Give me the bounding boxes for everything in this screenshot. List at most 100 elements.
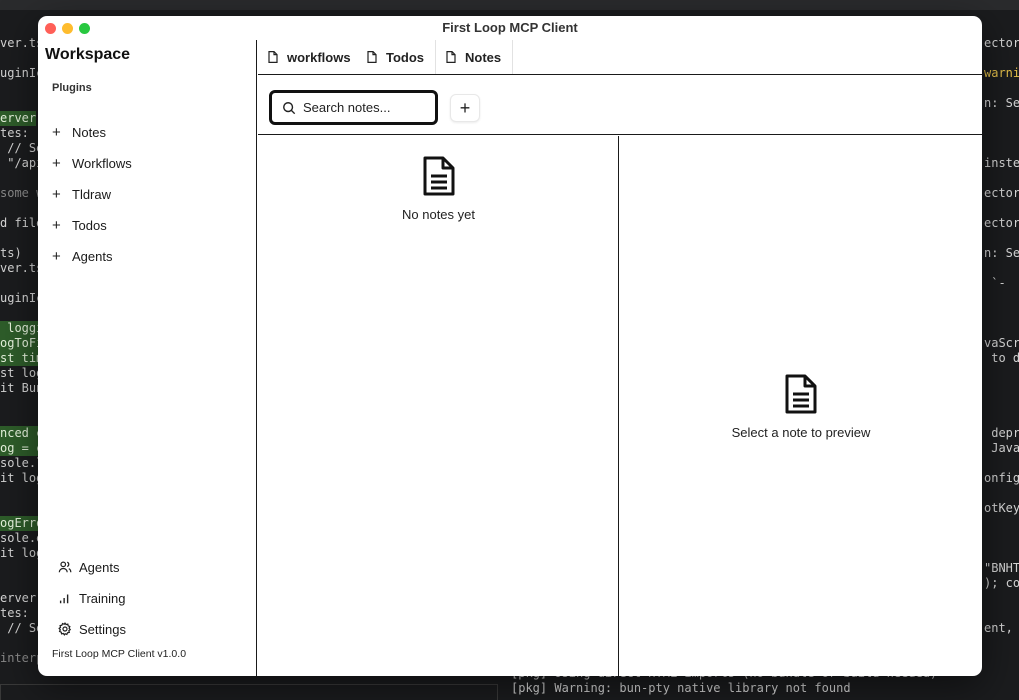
terminal-line: uginIc (0, 291, 44, 305)
sidebar-item-label: Tldraw (72, 186, 112, 202)
sidebar-item-label: Notes (72, 124, 106, 140)
nav-label: Agents (79, 559, 120, 575)
empty-preview-label: Select a note to preview (731, 425, 871, 440)
plus-icon: + (52, 216, 61, 234)
terminal-line: it log (0, 546, 44, 560)
empty-list-state: No notes yet (258, 156, 619, 222)
app-window: First Loop MCP Client Workspace Plugins … (38, 16, 982, 676)
tab-label: workflows (287, 49, 351, 65)
empty-list-label: No notes yet (402, 207, 475, 222)
terminal-line: og = c (0, 441, 44, 456)
notes-list-pane: No notes yet (258, 136, 619, 676)
terminal-line: st log (0, 366, 44, 380)
window-title: First Loop MCP Client (442, 20, 578, 35)
terminal-line: ); con (984, 576, 1019, 590)
terminal-line: "BNHT (984, 561, 1019, 575)
tab-todos[interactable]: Todos (357, 40, 435, 74)
terminal-line: `- (984, 276, 1006, 290)
terminal-line: "/api (0, 156, 44, 170)
sidebar-item-label: Agents (72, 248, 113, 264)
terminal-line: n: Sel (984, 96, 1019, 110)
terminal-line: ent, u (984, 621, 1013, 635)
document-icon (785, 374, 817, 414)
terminal-line: to d (984, 351, 1019, 365)
terminal-line: sole.l (0, 456, 44, 470)
terminal-line: inste (984, 156, 1019, 170)
tab-notes[interactable]: Notes (435, 40, 513, 74)
bar-chart-icon (59, 594, 69, 604)
version-label: First Loop MCP Client v1.0.0 (52, 648, 187, 660)
terminal-line: loggi (0, 321, 44, 336)
sidebar-item-notes[interactable]: + Notes (52, 121, 106, 143)
plus-icon: + (52, 247, 61, 265)
workspace-title: Workspace (45, 46, 131, 63)
terminal-line: onfig) (984, 471, 1019, 485)
terminal-line: n: Sel (984, 246, 1019, 260)
terminal-line: tes: - (0, 606, 44, 620)
title-bar[interactable]: First Loop MCP Client (38, 16, 982, 40)
terminal-line: [pkg] Warning: bun-pty native library no… (511, 681, 851, 695)
nav-settings[interactable]: Settings (58, 618, 126, 640)
tab-bar: workflows Todos Notes (258, 40, 982, 75)
terminal-line: tes: - (0, 126, 44, 140)
terminal-line: some w (0, 186, 44, 200)
terminal-line: ogErro (0, 516, 44, 531)
notes-toolbar: + (258, 76, 982, 135)
terminal-line: ver.ts (0, 36, 44, 50)
file-icon (268, 51, 278, 63)
document-icon (423, 156, 454, 196)
nav-label: Training (79, 590, 126, 606)
sidebar-item-todos[interactable]: + Todos (52, 214, 107, 236)
sidebar-item-label: Workflows (72, 155, 132, 171)
terminal-line: ogToFi (0, 336, 44, 351)
terminal-tab-bar (0, 0, 1019, 10)
main-content: workflows Todos Notes Search notes... + … (258, 40, 982, 676)
terminal-line: ector (984, 216, 1019, 230)
terminal-line: erver (0, 591, 37, 605)
plus-icon: + (52, 185, 61, 203)
nav-label: Settings (79, 621, 126, 637)
terminal-line: sole.e (0, 531, 44, 545)
nav-agents[interactable]: Agents (58, 556, 119, 578)
tab-label: Todos (386, 49, 425, 65)
sidebar-item-label: Todos (72, 217, 107, 233)
terminal-line: otKeyI (984, 501, 1019, 515)
terminal-line: JavaS (991, 441, 1019, 455)
terminal-line: d file (0, 216, 44, 230)
terminal-line: interp (0, 651, 44, 665)
terminal-line: // Se (0, 621, 44, 635)
sidebar-item-tldraw[interactable]: + Tldraw (52, 183, 111, 205)
terminal-line: ver.ts (0, 261, 44, 275)
nav-training[interactable]: Training (58, 587, 125, 609)
plugins-heading: Plugins (52, 82, 92, 94)
search-box[interactable] (269, 90, 438, 125)
users-icon (58, 561, 72, 573)
terminal-line: vaScri (984, 336, 1019, 350)
search-input[interactable] (303, 100, 423, 115)
terminal-line: // Se (0, 141, 44, 155)
terminal-line: uginIc (0, 66, 44, 80)
terminal-pane-divider (0, 684, 498, 700)
terminal-line: st tim (0, 351, 44, 366)
sidebar: Workspace Plugins + Notes + Workflows + … (38, 40, 257, 676)
terminal-line: nced c (0, 426, 44, 441)
file-icon (367, 51, 377, 63)
empty-preview-state: Select a note to preview (620, 374, 982, 440)
terminal-line: erver (0, 111, 37, 126)
add-note-button[interactable]: + (450, 94, 480, 122)
terminal-line: depre (991, 426, 1019, 440)
search-icon (283, 101, 296, 114)
plus-icon: + (52, 154, 61, 172)
plus-icon: + (52, 123, 61, 141)
gear-icon (58, 622, 72, 636)
terminal-line: it log (0, 471, 44, 485)
tab-label: Notes (465, 49, 502, 65)
terminal-line: ector( (984, 186, 1019, 200)
terminal-line: warni (984, 66, 1019, 80)
sidebar-item-agents[interactable]: + Agents (52, 245, 112, 267)
terminal-line: ts) (0, 246, 22, 260)
tab-workflows[interactable]: workflows (258, 40, 355, 74)
note-preview-pane: Select a note to preview (620, 136, 982, 676)
terminal-line: it Bun (0, 381, 44, 395)
sidebar-item-workflows[interactable]: + Workflows (52, 152, 132, 174)
